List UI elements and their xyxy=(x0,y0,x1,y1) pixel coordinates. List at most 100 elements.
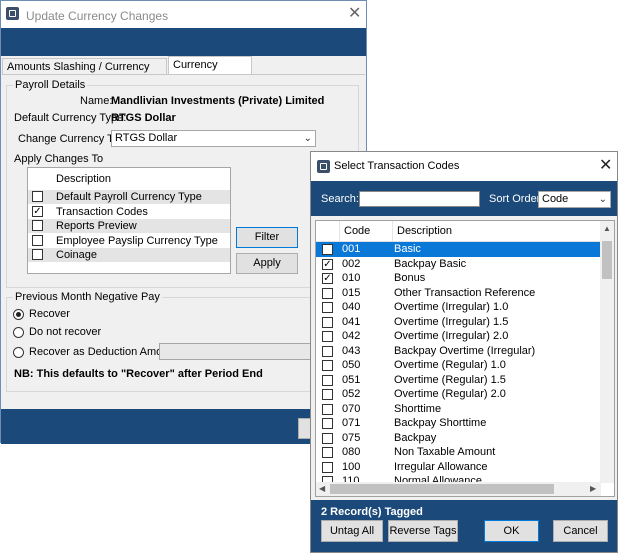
dialog-footer: 2 Record(s) Tagged Untag All Reverse Tag… xyxy=(311,500,617,552)
radio-do-not-recover[interactable] xyxy=(13,327,24,338)
checkbox[interactable] xyxy=(322,461,333,473)
cancel-button[interactable]: Cancel xyxy=(553,520,608,542)
checkbox[interactable] xyxy=(32,249,43,260)
filter-button[interactable]: Filter xyxy=(236,227,298,248)
apply-button[interactable]: Apply xyxy=(236,253,298,274)
tagged-count-status: 2 Record(s) Tagged xyxy=(321,506,423,518)
scroll-up-icon[interactable]: ▲ xyxy=(603,224,611,233)
scroll-left-icon[interactable]: ◀ xyxy=(319,484,325,493)
table-row[interactable]: 080 Non Taxable Amount xyxy=(316,445,601,460)
row-code: 002 xyxy=(342,257,361,270)
list-item[interactable]: Reports Preview xyxy=(28,219,230,233)
list-item[interactable]: Default Payroll Currency Type xyxy=(28,190,230,204)
table-row[interactable]: ✓ 002 Backpay Basic xyxy=(316,257,601,272)
row-description: Backpay Shorttime xyxy=(394,417,487,429)
change-currency-label: Change Currency To: xyxy=(18,133,122,145)
row-description: Bonus xyxy=(394,272,426,284)
checkbox-checked[interactable]: ✓ xyxy=(32,206,43,217)
main-window-title: Update Currency Changes xyxy=(26,9,169,23)
checkbox[interactable] xyxy=(322,447,333,458)
table-row[interactable]: 052 Overtime (Regular) 2.0 xyxy=(316,387,601,402)
checkbox[interactable] xyxy=(322,287,333,299)
checkbox[interactable] xyxy=(322,432,333,444)
table-row[interactable]: 042 Overtime (Irregular) 2.0 xyxy=(316,329,601,344)
row-code: 075 xyxy=(342,431,361,444)
row-description: Backpay xyxy=(394,431,437,444)
list-item[interactable]: Employee Payslip Currency Type xyxy=(28,234,230,248)
table-row[interactable]: 071 Backpay Shorttime xyxy=(316,416,601,431)
row-description: Backpay Overtime (Irregular) xyxy=(394,344,536,357)
list-header: Description xyxy=(28,171,230,187)
tab-amounts-slashing[interactable]: Amounts Slashing / Currency Rebasing xyxy=(2,58,167,90)
table-row[interactable]: 100 Irregular Allowance xyxy=(316,460,601,475)
scroll-thumb[interactable] xyxy=(602,241,612,279)
ok-button[interactable]: OK xyxy=(484,520,539,542)
list-item[interactable]: Coinage xyxy=(28,248,230,262)
checkbox[interactable] xyxy=(322,360,333,371)
untag-all-button[interactable]: Untag All xyxy=(321,520,383,542)
table-row[interactable]: 075 Backpay xyxy=(316,431,601,446)
scroll-right-icon[interactable]: ▶ xyxy=(590,484,596,493)
checkbox[interactable] xyxy=(322,302,333,313)
horizontal-scrollbar[interactable]: ◀ ▶ xyxy=(316,482,601,496)
checkbox-checked[interactable]: ✓ xyxy=(322,273,333,284)
negative-pay-label: Previous Month Negative Pay xyxy=(13,291,162,303)
row-description: Irregular Allowance xyxy=(394,460,488,473)
row-code: 042 xyxy=(342,330,361,342)
row-description: Basic xyxy=(394,243,421,255)
default-currency-label: Default Currency Type: xyxy=(14,112,127,124)
checkbox[interactable] xyxy=(32,191,43,202)
table-row[interactable]: 001 Basic xyxy=(316,242,601,257)
tab-currency-changes[interactable]: Currency Changes xyxy=(168,56,252,88)
checkbox[interactable] xyxy=(32,220,43,231)
checkbox[interactable] xyxy=(322,316,333,328)
close-icon[interactable]: ✕ xyxy=(348,6,361,22)
vertical-scrollbar[interactable]: ▲ xyxy=(600,221,614,483)
header-description[interactable]: Description xyxy=(393,221,601,241)
sort-order-select[interactable]: Code ⌄ xyxy=(538,191,611,208)
row-description: Overtime (Regular) 1.0 xyxy=(394,359,506,371)
checkbox[interactable] xyxy=(322,403,333,415)
change-currency-select[interactable]: RTGS Dollar ⌄ xyxy=(111,130,316,147)
row-description: Shorttime xyxy=(394,402,442,415)
row-code: 080 xyxy=(342,446,361,458)
sort-order-selected: Code xyxy=(542,193,569,205)
table-row[interactable]: 040 Overtime (Irregular) 1.0 xyxy=(316,300,601,315)
dialog-titlebar: Select Transaction Codes ✕ xyxy=(311,152,617,181)
checkbox[interactable] xyxy=(322,418,333,429)
radio-recover[interactable] xyxy=(13,309,24,320)
list-header-description: Description xyxy=(56,173,112,185)
grid-header: Code Description xyxy=(316,221,601,242)
checkbox[interactable] xyxy=(322,374,333,386)
list-item[interactable]: ✓ Transaction Codes xyxy=(28,205,230,219)
change-currency-selected: RTGS Dollar xyxy=(115,132,178,144)
header-band xyxy=(1,28,366,56)
payroll-details-label: Payroll Details xyxy=(13,79,88,91)
table-row[interactable]: 041 Overtime (Irregular) 1.5 xyxy=(316,315,601,330)
row-code: 015 xyxy=(342,286,361,299)
table-row[interactable]: ✓ 010 Bonus xyxy=(316,271,601,286)
table-row[interactable]: 043 Backpay Overtime (Irregular) xyxy=(316,344,601,359)
checkbox-checked[interactable]: ✓ xyxy=(322,258,333,270)
checkbox[interactable] xyxy=(322,389,333,400)
table-row[interactable]: 015 Other Transaction Reference xyxy=(316,286,601,301)
list-item-label: Transaction Codes xyxy=(56,206,148,218)
transaction-codes-grid: Code Description 001 Basic ✓ 002 Backpay Bas… xyxy=(315,220,615,497)
table-row[interactable]: 070 Shorttime xyxy=(316,402,601,417)
checkbox[interactable] xyxy=(322,244,333,255)
reverse-tags-button[interactable]: Reverse Tags xyxy=(388,520,458,542)
header-code[interactable]: Code xyxy=(340,221,393,241)
main-titlebar: Update Currency Changes ✕ xyxy=(1,1,366,28)
dialog-search-band: Search: Sort Order Code ⌄ xyxy=(311,181,617,216)
table-row[interactable]: 050 Overtime (Regular) 1.0 xyxy=(316,358,601,373)
checkbox[interactable] xyxy=(322,331,333,342)
row-description: Overtime (Regular) 1.5 xyxy=(394,373,506,386)
search-input[interactable] xyxy=(359,191,480,207)
close-icon[interactable]: ✕ xyxy=(599,158,612,174)
hscroll-thumb[interactable] xyxy=(330,484,554,494)
checkbox[interactable] xyxy=(32,235,43,246)
row-code: 071 xyxy=(342,417,361,429)
radio-recover-deduction[interactable] xyxy=(13,347,24,358)
table-row[interactable]: 051 Overtime (Regular) 1.5 xyxy=(316,373,601,388)
checkbox[interactable] xyxy=(322,345,333,357)
